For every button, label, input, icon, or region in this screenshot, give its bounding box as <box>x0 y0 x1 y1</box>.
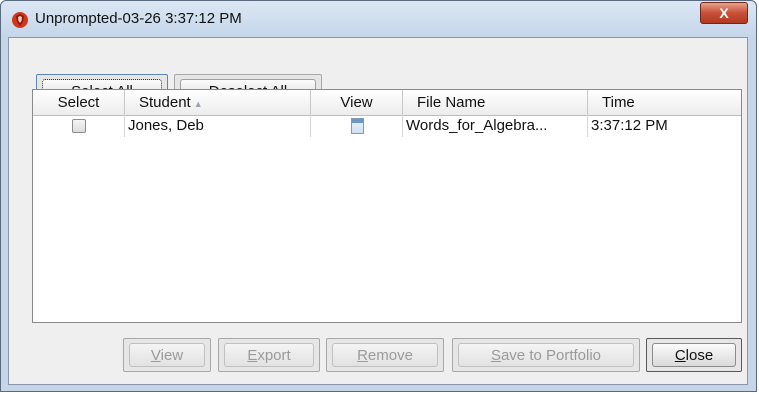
title-bar[interactable]: Unprompted-03-26 3:37:12 PM X <box>1 1 756 37</box>
save-to-portfolio-button[interactable]: Save to Portfolio <box>452 338 640 372</box>
row-student-cell: Jones, Deb <box>125 115 311 137</box>
view-label: View <box>150 346 184 364</box>
table-header: Select Student ▲ View File Name Time <box>33 90 741 116</box>
column-header-student[interactable]: Student ▲ <box>125 90 311 115</box>
sort-ascending-icon: ▲ <box>193 99 203 109</box>
export-label: Export <box>247 346 291 364</box>
row-select-cell <box>33 115 125 137</box>
column-header-time[interactable]: Time <box>588 90 741 115</box>
row-view-cell <box>311 115 403 137</box>
close-icon: X <box>719 5 729 21</box>
table-row[interactable]: Jones, Deb Words_for_Algebra... 3:37:12 … <box>33 115 741 138</box>
ti-nspire-logo-icon <box>12 12 28 28</box>
row-time-cell: 3:37:12 PM <box>591 117 668 134</box>
column-header-select[interactable]: Select <box>33 90 125 115</box>
export-button[interactable]: Export <box>218 338 320 372</box>
row-select-checkbox[interactable] <box>72 119 86 133</box>
remove-label: Remove <box>357 346 413 364</box>
document-icon[interactable] <box>351 118 364 134</box>
row-file-name-cell: Words_for_Algebra... <box>403 115 588 137</box>
remove-button[interactable]: Remove <box>326 338 444 372</box>
student-files-table: Select Student ▲ View File Name Time Jone… <box>32 89 742 323</box>
column-header-view[interactable]: View <box>311 90 403 115</box>
close-button[interactable]: Close <box>646 338 742 372</box>
close-label: Close <box>674 346 714 364</box>
view-button[interactable]: View <box>123 338 211 372</box>
window-title: Unprompted-03-26 3:37:12 PM <box>35 10 242 27</box>
save-to-portfolio-label: Save to Portfolio <box>490 346 602 364</box>
window-close-button[interactable]: X <box>700 2 748 24</box>
column-header-file-name[interactable]: File Name <box>403 90 588 115</box>
dialog-window: Unprompted-03-26 3:37:12 PM X Select All… <box>0 0 757 392</box>
